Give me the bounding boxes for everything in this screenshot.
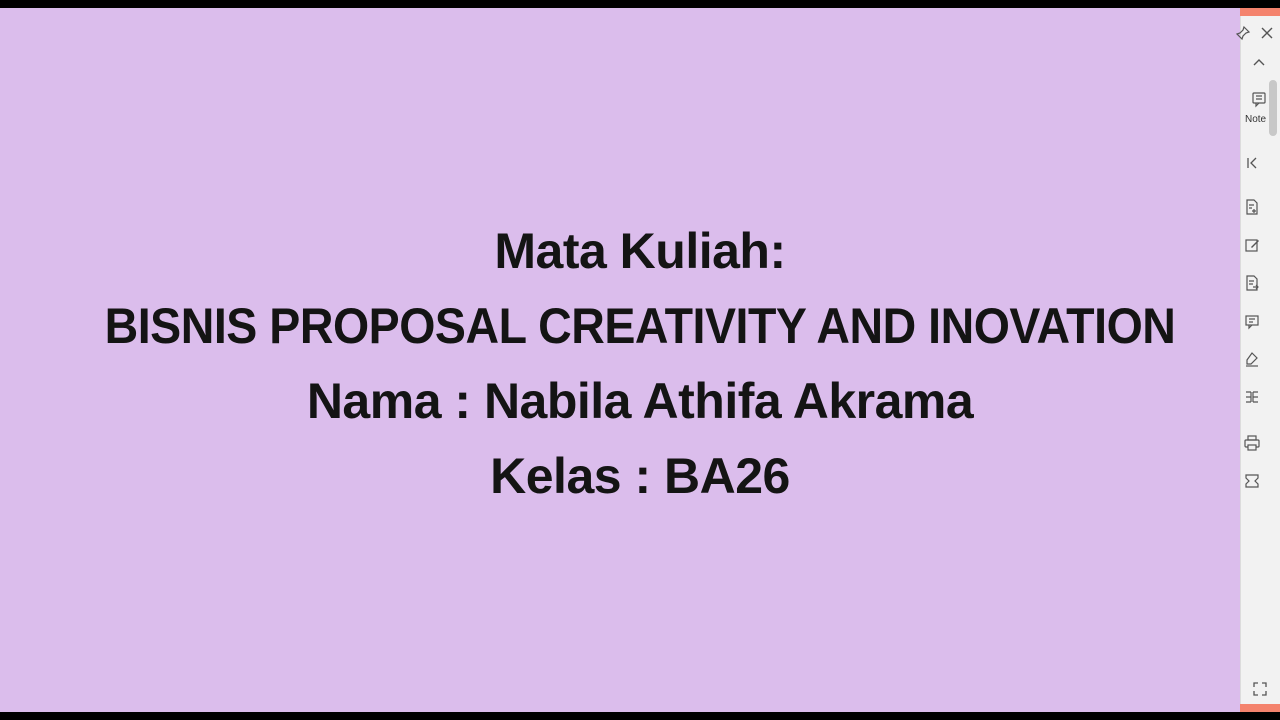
columns-icon[interactable] [1241,386,1263,408]
panel-accent-top [1240,8,1280,16]
comment-icon[interactable] [1241,310,1263,332]
collapse-icon[interactable] [1241,152,1263,174]
close-icon[interactable] [1256,22,1278,44]
shape-icon[interactable] [1241,470,1263,492]
add-document-icon[interactable] [1241,196,1263,218]
student-name: Nama : Nabila Athifa Akrama [306,373,974,429]
fullscreen-icon[interactable] [1249,678,1271,700]
pin-icon[interactable] [1232,22,1254,44]
chevron-up-icon[interactable] [1248,52,1270,74]
edit-icon[interactable] [1241,234,1263,256]
document-export-icon[interactable] [1241,272,1263,294]
student-class: Kelas : BA26 [490,448,790,504]
panel-accent-bottom [1240,704,1280,712]
panel-scrollbar[interactable] [1269,80,1277,136]
note-label[interactable]: Note [1245,114,1271,125]
pen-icon[interactable] [1241,348,1263,370]
course-title: BISNIS PROPOSAL CREATIVITY AND INOVATION [104,298,1176,354]
slide-text-block: Mata Kuliah: BISNIS PROPOSAL CREATIVITY … [0,214,1280,514]
course-label: Mata Kuliah: [494,223,786,279]
bottom-letterbox [0,712,1280,720]
top-letterbox [0,0,1280,8]
print-icon[interactable] [1241,432,1263,454]
note-icon[interactable] [1248,88,1270,110]
